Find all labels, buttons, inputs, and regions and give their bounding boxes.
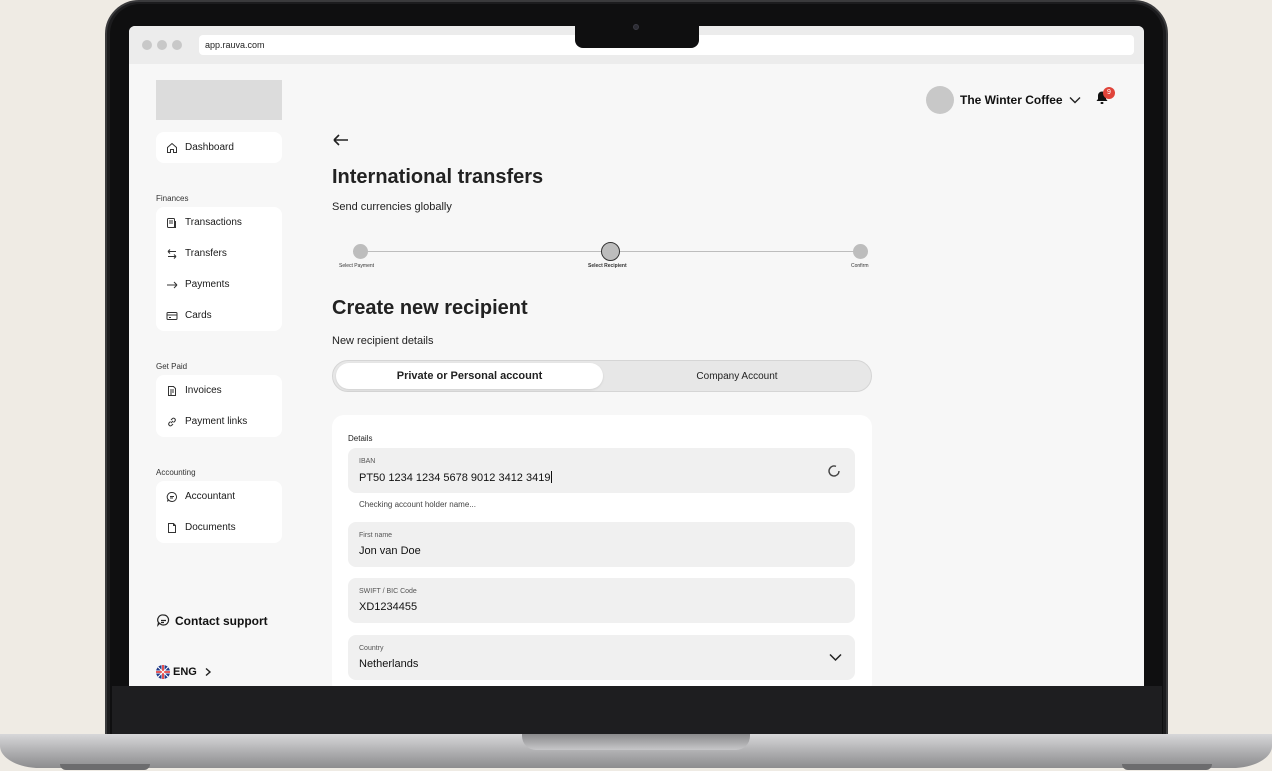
text-cursor (551, 471, 553, 483)
arrow-right-icon (167, 281, 178, 288)
sidebar-item-label: Cards (185, 310, 212, 321)
transactions-icon (167, 217, 176, 228)
step-dot-select-payment[interactable] (353, 244, 368, 259)
sidebar-item-documents[interactable]: Documents (156, 512, 282, 543)
finances-card: Transactions Transfers Payments Cards (156, 207, 282, 331)
sidebar-item-label: Invoices (185, 385, 222, 396)
sidebar-item-label: Transactions (185, 217, 242, 228)
first-name-field[interactable]: First name Jon van Doe (348, 522, 855, 567)
iban-field[interactable]: IBAN PT50 1234 1234 5678 9012 3412 3419 (348, 448, 855, 493)
support-chat-icon (156, 614, 170, 627)
laptop-opening-notch (522, 734, 750, 750)
swift-value: XD1234455 (359, 601, 418, 613)
step-dot-confirm[interactable] (853, 244, 868, 259)
sidebar-item-label: Accountant (185, 491, 236, 502)
section-subtitle: New recipient details (332, 335, 434, 347)
country-label: Country (359, 645, 384, 652)
section-title: Create new recipient (332, 297, 528, 319)
sidebar-item-payments[interactable]: Payments (156, 269, 282, 300)
sidebar-item-payment-links[interactable]: Payment links (156, 406, 282, 437)
country-value: Netherlands (359, 658, 419, 670)
document-icon (168, 522, 176, 533)
iban-label: IBAN (359, 458, 376, 465)
card-icon (166, 311, 178, 320)
dashboard-card: Dashboard (156, 132, 282, 163)
language-label: ENG (173, 666, 197, 678)
account-type-toggle: Private or Personal account Company Acco… (332, 360, 872, 392)
invoice-icon (168, 385, 176, 396)
link-icon (168, 417, 176, 426)
section-label-accounting: Accounting (156, 468, 196, 477)
sidebar-item-label: Transfers (185, 248, 227, 259)
logo-placeholder (156, 80, 282, 120)
loading-spinner-icon (828, 465, 840, 477)
chevron-down-icon (829, 653, 842, 662)
sidebar-item-dashboard[interactable]: Dashboard (156, 132, 282, 163)
chat-icon (166, 491, 177, 502)
contact-support-link[interactable]: Contact support (156, 613, 268, 628)
details-label: Details (348, 434, 373, 443)
window-minimize-dot[interactable] (157, 40, 167, 50)
step-dot-select-recipient[interactable] (601, 242, 620, 261)
sidebar-item-label: Documents (185, 522, 236, 533)
company-name: The Winter Coffee (960, 93, 1063, 107)
account-switcher[interactable]: The Winter Coffee (926, 86, 1081, 114)
laptop-lower-bezel (112, 686, 1162, 734)
window-maximize-dot[interactable] (172, 40, 182, 50)
laptop-foot-right (1122, 764, 1212, 770)
contact-support-label: Contact support (175, 613, 268, 628)
section-label-finances: Finances (156, 194, 189, 203)
sidebar-item-transfers[interactable]: Transfers (156, 238, 282, 269)
uk-flag-icon (156, 665, 170, 679)
first-name-value: Jon van Doe (359, 545, 421, 557)
app-screen: app.rauva.com Dashboard Finances Transac… (129, 26, 1144, 686)
sidebar: Dashboard Finances Transactions Transfer… (129, 64, 299, 686)
step-label-select-recipient: Select Recipient (588, 263, 627, 269)
country-select[interactable]: Country Netherlands (348, 635, 855, 680)
swift-field[interactable]: SWIFT / BIC Code XD1234455 (348, 578, 855, 623)
step-label-select-payment: Select Payment (339, 263, 375, 269)
window-close-dot[interactable] (142, 40, 152, 50)
avatar (926, 86, 954, 114)
step-label-confirm: Confirm (851, 263, 869, 269)
language-selector[interactable]: ENG (156, 665, 213, 679)
camera-notch (575, 24, 699, 48)
page-subtitle: Send currencies globally (332, 201, 452, 213)
sidebar-item-label: Payments (185, 279, 230, 290)
iban-hint: Checking account holder name... (359, 500, 476, 509)
sidebar-item-accountant[interactable]: Accountant (156, 481, 282, 512)
chevron-down-icon (1069, 97, 1081, 104)
accounting-card: Accountant Documents (156, 481, 282, 543)
home-icon (167, 142, 177, 153)
iban-value: PT50 1234 1234 5678 9012 3412 3419 (359, 471, 553, 484)
camera-icon (633, 24, 639, 30)
tab-private-account[interactable]: Private or Personal account (336, 363, 603, 389)
transfer-arrows-icon (167, 248, 177, 259)
page-title: International transfers (332, 166, 544, 188)
first-name-label: First name (359, 532, 393, 539)
swift-label: SWIFT / BIC Code (359, 588, 417, 595)
sidebar-item-label: Dashboard (185, 142, 234, 153)
notification-badge: 9 (1103, 87, 1115, 99)
recipient-form: Details IBAN PT50 1234 1234 5678 9012 34… (332, 415, 872, 686)
laptop-foot-left (60, 764, 150, 770)
section-label-get-paid: Get Paid (156, 362, 188, 371)
sidebar-item-invoices[interactable]: Invoices (156, 375, 282, 406)
tab-company-account[interactable]: Company Account (605, 363, 869, 389)
chevron-right-icon (205, 667, 211, 677)
back-arrow-icon[interactable] (332, 132, 350, 148)
sidebar-item-transactions[interactable]: Transactions (156, 207, 282, 238)
sidebar-item-label: Payment links (185, 416, 248, 427)
get-paid-card: Invoices Payment links (156, 375, 282, 437)
sidebar-item-cards[interactable]: Cards (156, 300, 282, 331)
